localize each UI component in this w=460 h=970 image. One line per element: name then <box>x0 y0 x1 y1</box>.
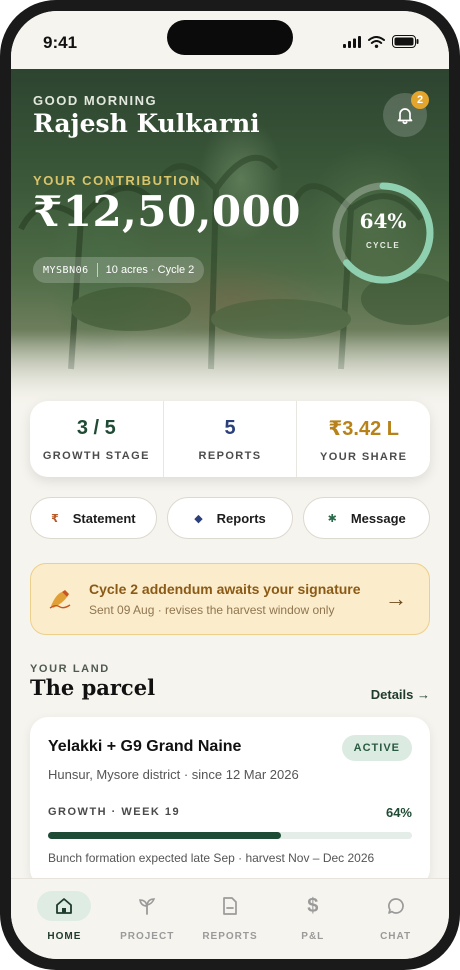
action-label: Message <box>350 510 406 526</box>
stat-value: ₹3.42 L <box>328 417 399 440</box>
stat-your-share[interactable]: ₹3.42 L YOUR SHARE <box>296 401 430 477</box>
cycle-progress-ring: 64% CYCLE <box>329 179 437 287</box>
growth-label: GROWTH · WEEK 19 <box>48 806 181 818</box>
parcel-location: Hunsur, Mysore district · since 12 Mar 2… <box>48 767 299 782</box>
section-title: The parcel <box>30 675 156 700</box>
banner-subtitle: Sent 09 Aug · revises the harvest window… <box>89 603 335 617</box>
greeting-text: GOOD MORNING <box>33 93 158 108</box>
quick-actions: ₹ Statement ◆ Reports ✱ Message <box>30 497 431 539</box>
app-screen: 9:41 GOOD MORNING Rajesh Kulkarni 2 YOUR… <box>11 11 449 959</box>
addendum-banner[interactable]: Cycle 2 addendum awaits your signature S… <box>30 563 430 635</box>
tab-label: REPORTS <box>202 931 258 942</box>
banner-title: Cycle 2 addendum awaits your signature <box>89 581 361 597</box>
contribution-label: YOUR CONTRIBUTION <box>33 173 202 188</box>
status-badge: ACTIVE <box>341 735 412 761</box>
plot-separator <box>96 263 98 277</box>
stat-label: GROWTH STAGE <box>42 449 150 462</box>
tab-home[interactable]: HOME <box>23 879 106 959</box>
parcel-title: Yelakki + G9 Grand Naine <box>48 738 242 755</box>
parcel-note: Bunch formation expected late Sep · harv… <box>48 851 375 865</box>
user-name: Rajesh Kulkarni <box>33 109 260 138</box>
stat-label: YOUR SHARE <box>320 450 408 463</box>
battery-icon <box>392 35 419 48</box>
cycle-label: CYCLE <box>365 241 401 250</box>
stat-growth-stage[interactable]: 3 / 5 GROWTH STAGE <box>30 401 163 477</box>
status-bar: 9:41 <box>11 11 449 69</box>
chat-icon <box>369 891 423 921</box>
stats-card: 3 / 5 GROWTH STAGE 5 REPORTS ₹3.42 L YOU… <box>30 401 430 477</box>
tab-label: HOME <box>47 931 82 942</box>
action-label: Reports <box>216 510 266 526</box>
status-icons <box>343 35 419 48</box>
parcel-card[interactable]: Yelakki + G9 Grand Naine ACTIVE Hunsur, … <box>30 717 430 887</box>
stat-label: REPORTS <box>198 449 262 462</box>
action-label: Statement <box>72 510 136 526</box>
details-link[interactable]: Details → <box>371 687 430 702</box>
bell-icon <box>397 108 413 125</box>
plot-id: MYSBN06 <box>43 264 89 276</box>
tab-label: CHAT <box>380 931 412 942</box>
cycle-ring-graphic <box>332 182 434 284</box>
tab-project[interactable]: PROJECT <box>106 879 189 959</box>
phone-frame: 9:41 GOOD MORNING Rajesh Kulkarni 2 YOUR… <box>0 0 460 970</box>
asterisk-icon: ✱ <box>327 512 337 525</box>
growth-percent: 64% <box>385 805 412 820</box>
section-label: YOUR LAND <box>30 663 110 675</box>
status-time: 9:41 <box>43 33 78 52</box>
bottom-tab-bar: HOME PROJECT REPORTS $ P&L CHAT <box>11 878 449 959</box>
tab-chat[interactable]: CHAT <box>354 879 437 959</box>
diamond-icon: ◆ <box>194 512 203 525</box>
arrow-right-icon: → <box>385 586 407 611</box>
signal-icon <box>343 35 361 48</box>
growth-progress-fill <box>48 832 281 839</box>
reports-button[interactable]: ◆ Reports <box>166 497 294 539</box>
growth-progress-bar <box>48 832 412 839</box>
statement-button[interactable]: ₹ Statement <box>30 497 157 539</box>
wifi-icon <box>368 35 385 48</box>
plot-chip: MYSBN06 10 acres · Cycle 2 <box>33 257 205 283</box>
sprout-icon <box>120 891 174 921</box>
hero-banner: GOOD MORNING Rajesh Kulkarni 2 YOUR CONT… <box>11 69 449 409</box>
document-icon <box>203 891 257 921</box>
contribution-amount: ₹12,50,000 <box>33 187 302 236</box>
stat-value: 5 <box>224 416 236 439</box>
message-button[interactable]: ✱ Message <box>303 497 431 539</box>
notification-count-badge: 2 <box>411 91 429 109</box>
tab-reports[interactable]: REPORTS <box>189 879 272 959</box>
dollar-icon: $ <box>307 894 319 917</box>
cycle-percent: 64% <box>359 209 407 233</box>
stat-value: 3 / 5 <box>76 416 116 439</box>
banner-text: Cycle 2 addendum awaits your signature S… <box>89 581 385 617</box>
tab-label: PROJECT <box>120 931 175 942</box>
tab-pnl[interactable]: $ P&L <box>271 879 354 959</box>
notifications-button[interactable]: 2 <box>383 91 429 137</box>
tab-label: P&L <box>301 931 325 942</box>
rupee-icon: ₹ <box>51 512 59 525</box>
plot-info: 10 acres · Cycle 2 <box>105 264 195 276</box>
signature-icon <box>31 588 89 610</box>
home-icon <box>37 891 92 921</box>
dynamic-island <box>167 20 293 55</box>
stat-reports[interactable]: 5 REPORTS <box>162 401 297 477</box>
